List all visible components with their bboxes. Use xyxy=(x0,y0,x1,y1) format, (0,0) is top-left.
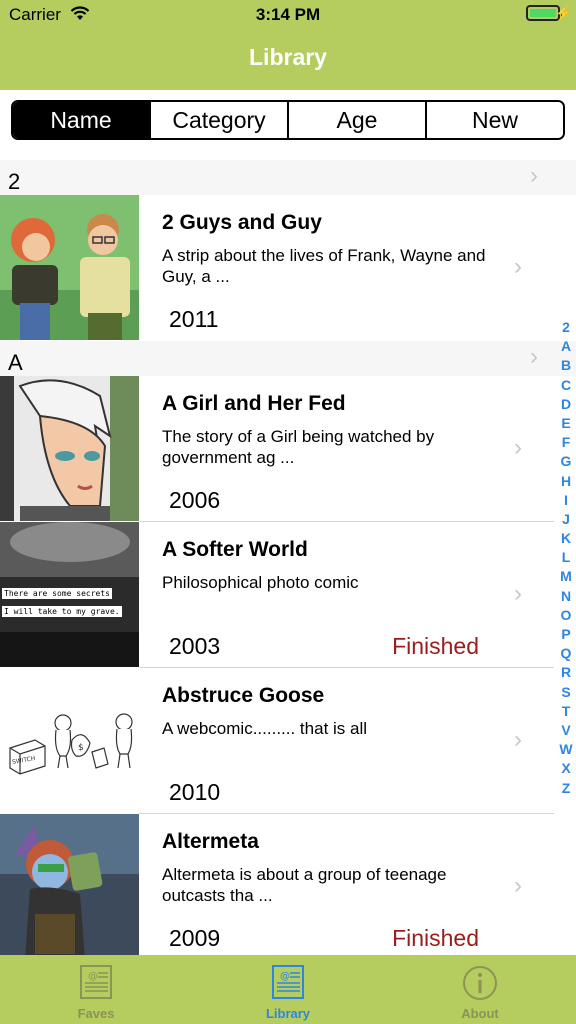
section-index-letter[interactable]: H xyxy=(556,472,576,491)
comic-thumbnail xyxy=(0,195,139,340)
chevron-right-icon: › xyxy=(514,580,522,607)
tab-about[interactable]: About xyxy=(384,955,576,1024)
thumbnail-caption: I will take to my grave. xyxy=(2,606,122,617)
chevron-right-icon: › xyxy=(530,162,538,189)
segment-age[interactable]: Age xyxy=(287,102,425,138)
tab-label: About xyxy=(461,1006,499,1021)
charging-icon: ⚡ xyxy=(554,5,572,21)
section-index-letter[interactable]: G xyxy=(556,452,576,471)
comic-status: Finished xyxy=(392,633,479,659)
section-index-letter[interactable]: J xyxy=(556,510,576,529)
section-index-letter[interactable]: D xyxy=(556,395,576,414)
comic-year: 2006 xyxy=(169,487,221,513)
newspaper-icon: @ xyxy=(272,965,304,1004)
sort-segmented-control: Name Category Age New xyxy=(11,100,565,140)
section-index-letter[interactable]: O xyxy=(556,606,576,625)
section-index-letter[interactable]: S xyxy=(556,683,576,702)
section-index-letter[interactable]: W xyxy=(556,740,576,759)
tab-library[interactable]: @ Library xyxy=(192,955,384,1024)
comic-thumbnail: There are some secrets I will take to my… xyxy=(0,522,139,667)
section-index-letter[interactable]: I xyxy=(556,491,576,510)
page-title: Library xyxy=(249,44,327,70)
section-index[interactable]: 2ABCDEFGHIJKLMNOPQRSTVWXZ xyxy=(556,318,576,798)
comic-description: The story of a Girl being watched by gov… xyxy=(162,427,435,467)
tab-bar: @ Faves @ Library About xyxy=(0,955,576,1024)
section-index-letter[interactable]: B xyxy=(556,356,576,375)
comic-description: A strip about the lives of Frank, Wayne … xyxy=(162,246,486,286)
section-index-letter[interactable]: A xyxy=(556,337,576,356)
comic-description: Philosophical photo comic xyxy=(162,573,359,592)
comic-thumbnail xyxy=(0,814,139,959)
chevron-right-icon: › xyxy=(514,872,522,899)
comic-title: Abstruce Goose xyxy=(162,684,325,707)
section-header-label: A xyxy=(8,350,23,375)
comic-description: A webcomic......... that is all xyxy=(162,719,368,738)
chevron-right-icon: › xyxy=(514,253,522,280)
section-header-label: 2 xyxy=(8,169,21,194)
section-index-letter[interactable]: N xyxy=(556,587,576,606)
section-index-letter[interactable]: R xyxy=(556,663,576,682)
section-index-letter[interactable]: Z xyxy=(556,779,576,798)
comic-year: 2010 xyxy=(169,779,221,805)
status-time: 3:14 PM xyxy=(255,5,321,24)
section-index-letter[interactable]: 2 xyxy=(556,318,576,337)
comic-title: A Softer World xyxy=(162,538,308,561)
section-index-letter[interactable]: K xyxy=(556,529,576,548)
comic-description: Altermeta is about a group of teenage ou… xyxy=(162,865,447,905)
segment-new[interactable]: New xyxy=(425,102,563,138)
section-index-letter[interactable]: C xyxy=(556,376,576,395)
segment-category[interactable]: Category xyxy=(149,102,287,138)
list-item[interactable]: $ SWITCH Abstruce Goose A webcomic......… xyxy=(0,668,576,814)
comic-status: Finished xyxy=(392,925,479,951)
chevron-right-icon: › xyxy=(530,343,538,370)
comic-thumbnail: $ SWITCH xyxy=(0,668,139,813)
list-item[interactable]: There are some secrets I will take to my… xyxy=(0,522,576,668)
svg-text:@: @ xyxy=(88,971,98,982)
tab-label: Library xyxy=(265,1006,311,1021)
svg-text:@: @ xyxy=(280,971,290,982)
comic-year: 2003 xyxy=(169,633,221,659)
chevron-right-icon: › xyxy=(514,434,522,461)
comic-list: 2 › 2 Guys and Guy A strip about the liv… xyxy=(0,160,576,960)
status-bar: Carrier 3:14 PM ⚡ xyxy=(0,0,576,30)
list-item[interactable]: A Girl and Her Fed The story of a Girl b… xyxy=(0,376,576,522)
comic-year: 2011 xyxy=(169,306,219,332)
tab-faves[interactable]: @ Faves xyxy=(0,955,192,1024)
comic-title: A Girl and Her Fed xyxy=(162,392,346,415)
newspaper-icon: @ xyxy=(80,965,112,1004)
segment-name[interactable]: Name xyxy=(13,102,149,138)
section-index-letter[interactable]: F xyxy=(556,433,576,452)
list-item[interactable]: 2 Guys and Guy A strip about the lives o… xyxy=(0,195,576,341)
thumbnail-caption: There are some secrets xyxy=(2,588,112,599)
section-index-letter[interactable]: Q xyxy=(556,644,576,663)
navigation-bar: Carrier 3:14 PM ⚡ Library xyxy=(0,0,576,90)
section-index-letter[interactable]: L xyxy=(556,548,576,567)
comic-title: Altermeta xyxy=(162,830,259,853)
section-index-letter[interactable]: V xyxy=(556,721,576,740)
section-index-letter[interactable]: X xyxy=(556,759,576,778)
tab-label: Faves xyxy=(77,1006,115,1021)
comic-year: 2009 xyxy=(169,925,221,951)
section-index-letter[interactable]: T xyxy=(556,702,576,721)
svg-text:$: $ xyxy=(78,743,84,753)
list-item[interactable]: Altermeta Altermeta is about a group of … xyxy=(0,814,576,960)
section-index-letter[interactable]: M xyxy=(556,567,576,586)
section-header-a[interactable]: A › xyxy=(0,341,576,376)
info-icon xyxy=(462,965,498,1006)
section-index-letter[interactable]: P xyxy=(556,625,576,644)
comic-title: 2 Guys and Guy xyxy=(162,211,322,234)
section-header-2[interactable]: 2 › xyxy=(0,160,576,195)
comic-thumbnail xyxy=(0,376,139,521)
chevron-right-icon: › xyxy=(514,726,522,753)
section-index-letter[interactable]: E xyxy=(556,414,576,433)
